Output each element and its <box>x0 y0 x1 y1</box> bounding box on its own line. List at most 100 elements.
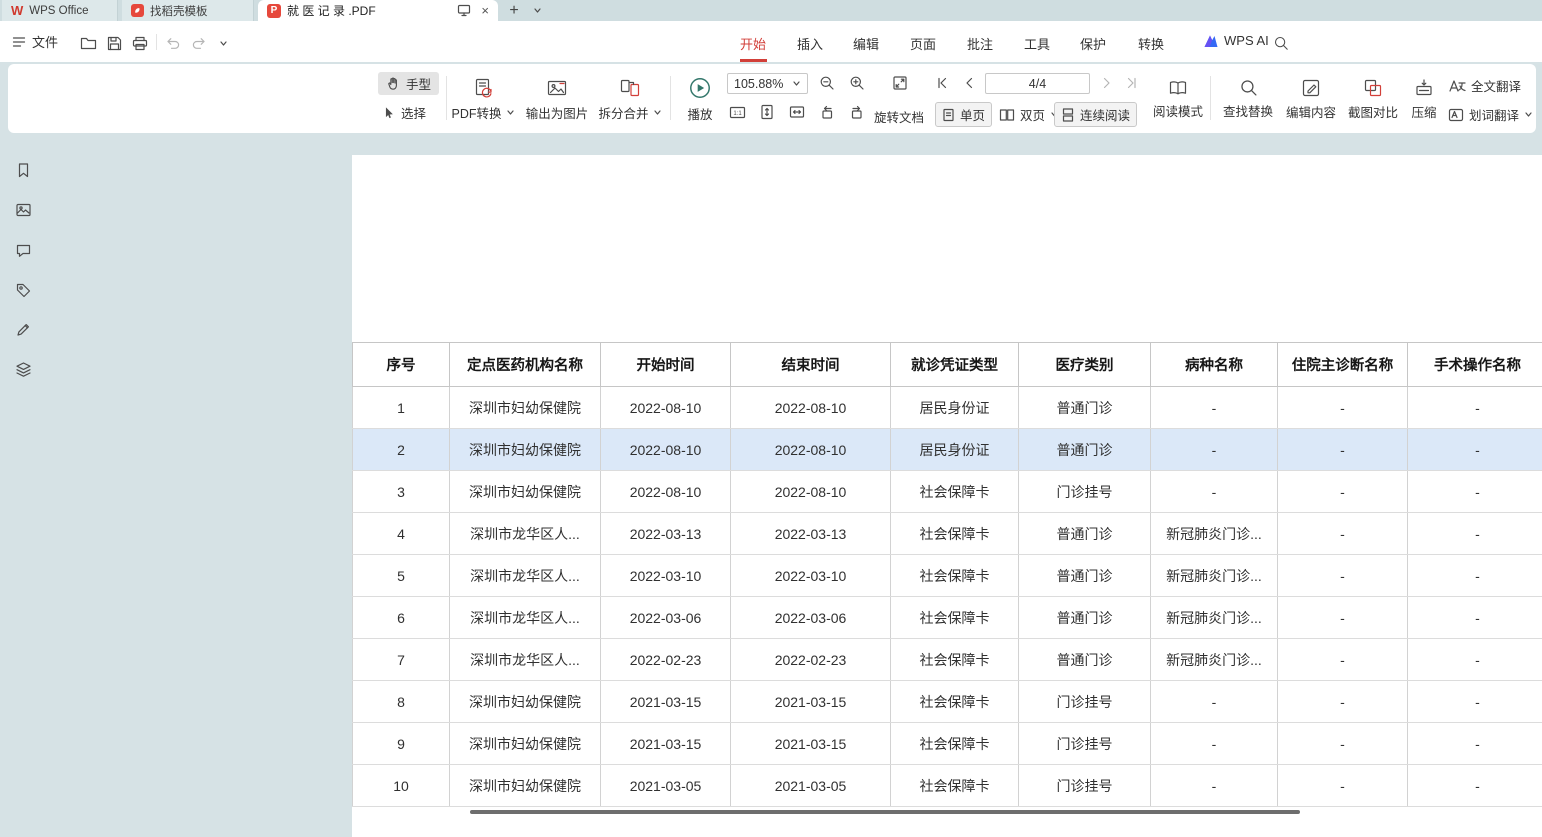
close-tab-icon[interactable]: × <box>481 3 489 18</box>
table-cell: 2021-03-15 <box>601 681 731 723</box>
zoom-level-dropdown[interactable]: 105.88% <box>727 73 808 94</box>
first-page-button[interactable] <box>935 76 949 90</box>
compress-button[interactable]: 压缩 <box>1400 72 1448 126</box>
pdf-convert-button[interactable]: PDF转换 <box>448 72 518 126</box>
continuous-read-label: 连续阅读 <box>1080 105 1130 124</box>
split-merge-icon <box>619 77 641 99</box>
rotate-doc-button[interactable]: 旋转文档 <box>874 107 924 126</box>
menu-tab-comment[interactable]: 批注 <box>965 34 995 53</box>
comments-panel-button[interactable] <box>14 241 32 259</box>
more-actions-dropdown[interactable] <box>213 33 233 53</box>
menu-tab-page[interactable]: 页面 <box>908 34 938 53</box>
table-cell: - <box>1408 765 1542 807</box>
table-cell: 普通门诊 <box>1019 639 1151 681</box>
tags-panel-button[interactable] <box>14 281 32 299</box>
rotate-right-button[interactable] <box>849 104 865 120</box>
cursor-icon <box>382 106 396 120</box>
play-button[interactable]: 播放 <box>674 72 726 126</box>
table-cell: 居民身份证 <box>891 387 1019 429</box>
tab-document[interactable]: P 就 医 记 录 .PDF × <box>258 0 498 21</box>
signature-panel-button[interactable] <box>14 320 32 338</box>
edit-content-button[interactable]: 编辑内容 <box>1280 72 1342 126</box>
chevron-down-icon <box>506 108 515 117</box>
bookmarks-panel-button[interactable] <box>14 161 32 179</box>
menu-icon <box>12 36 26 48</box>
double-page-button[interactable]: 双页 <box>999 105 1059 124</box>
menu-tab-home[interactable]: 开始 <box>738 34 768 53</box>
new-tab-button[interactable]: + <box>504 0 524 21</box>
export-image-button[interactable]: 输出为图片 <box>520 72 594 126</box>
screenshot-compare-button[interactable]: 截图对比 <box>1342 72 1404 126</box>
next-page-button[interactable] <box>1100 76 1114 90</box>
zoom-value: 105.88% <box>734 77 783 91</box>
undo-button[interactable] <box>163 33 183 53</box>
search-button[interactable] <box>1271 33 1291 53</box>
table-cell: 门诊挂号 <box>1019 681 1151 723</box>
fit-window-button[interactable] <box>892 75 908 91</box>
table-cell: 深圳市妇幼保健院 <box>450 723 601 765</box>
last-page-button[interactable] <box>1125 76 1139 90</box>
table-cell: - <box>1151 387 1278 429</box>
print-button[interactable] <box>130 33 150 53</box>
prev-page-button[interactable] <box>962 76 976 90</box>
fit-height-button[interactable] <box>759 104 775 120</box>
tab-list-dropdown[interactable] <box>528 0 546 21</box>
edit-content-icon <box>1301 78 1321 98</box>
table-cell: - <box>1278 639 1408 681</box>
table-cell: - <box>1278 597 1408 639</box>
table-cell: 社会保障卡 <box>891 597 1019 639</box>
hand-tool-button[interactable]: 手型 <box>378 72 439 95</box>
rotate-left-button[interactable] <box>819 104 835 120</box>
save-button[interactable] <box>104 33 124 53</box>
menu-tab-protect[interactable]: 保护 <box>1078 34 1108 53</box>
fit-width-button[interactable] <box>789 104 805 120</box>
menu-tab-insert[interactable]: 插入 <box>795 34 825 53</box>
page-indicator-input[interactable]: 4/4 <box>985 73 1090 94</box>
thumbnails-panel-button[interactable] <box>14 201 32 219</box>
active-tab-underline <box>740 59 767 62</box>
tab-wps-office[interactable]: W WPS Office <box>2 0 118 21</box>
select-tool-button[interactable]: 选择 <box>382 103 426 122</box>
menu-tab-edit[interactable]: 编辑 <box>851 34 881 53</box>
monitor-icon[interactable] <box>457 4 471 17</box>
table-header-cell: 住院主诊断名称 <box>1278 343 1408 387</box>
menu-tab-tools[interactable]: 工具 <box>1022 34 1052 53</box>
full-translation-label: 全文翻译 <box>1471 76 1521 95</box>
toolbar-separator <box>670 76 671 120</box>
table-cell: - <box>1408 639 1542 681</box>
pen-icon <box>15 321 32 338</box>
table-cell: - <box>1408 597 1542 639</box>
zoom-in-button[interactable] <box>849 75 865 91</box>
menu-tab-convert[interactable]: 转换 <box>1136 34 1166 53</box>
rotate-right-icon <box>849 104 865 120</box>
folder-icon <box>80 36 97 51</box>
continuous-read-button[interactable]: 连续阅读 <box>1054 102 1137 127</box>
table-cell: 深圳市妇幼保健院 <box>450 429 601 471</box>
open-file-button[interactable] <box>78 33 98 53</box>
word-translation-button[interactable]: 划词翻译 <box>1448 105 1533 124</box>
read-mode-button[interactable]: 阅读模式 <box>1148 72 1208 126</box>
wps-ai-button[interactable]: WPS AI <box>1203 33 1269 48</box>
full-translation-button[interactable]: 全文翻译 <box>1448 76 1521 95</box>
wps-logo-icon: W <box>11 3 23 18</box>
svg-text:1:1: 1:1 <box>733 111 742 117</box>
find-replace-button[interactable]: 查找替换 <box>1216 72 1280 126</box>
hand-tool-label: 手型 <box>406 74 431 93</box>
actual-size-button[interactable]: 1:1 <box>729 104 746 121</box>
thumbnails-icon <box>15 202 32 219</box>
tab-docer[interactable]: 找稻壳模板 <box>122 0 254 21</box>
table-cell: 4 <box>353 513 450 555</box>
single-page-button[interactable]: 单页 <box>935 102 992 127</box>
horizontal-scrollbar[interactable] <box>470 810 1300 814</box>
split-merge-button[interactable]: 拆分合并 <box>594 72 666 126</box>
zoom-out-button[interactable] <box>819 75 835 91</box>
double-page-icon <box>999 108 1015 122</box>
pdf-doc-icon: P <box>267 4 281 18</box>
layers-panel-button[interactable] <box>14 360 32 378</box>
table-cell: 普通门诊 <box>1019 513 1151 555</box>
tab-label: WPS Office <box>29 5 88 17</box>
file-menu-button[interactable]: 文件 <box>12 32 58 51</box>
redo-button[interactable] <box>189 33 209 53</box>
table-cell: 7 <box>353 639 450 681</box>
table-cell: - <box>1278 555 1408 597</box>
